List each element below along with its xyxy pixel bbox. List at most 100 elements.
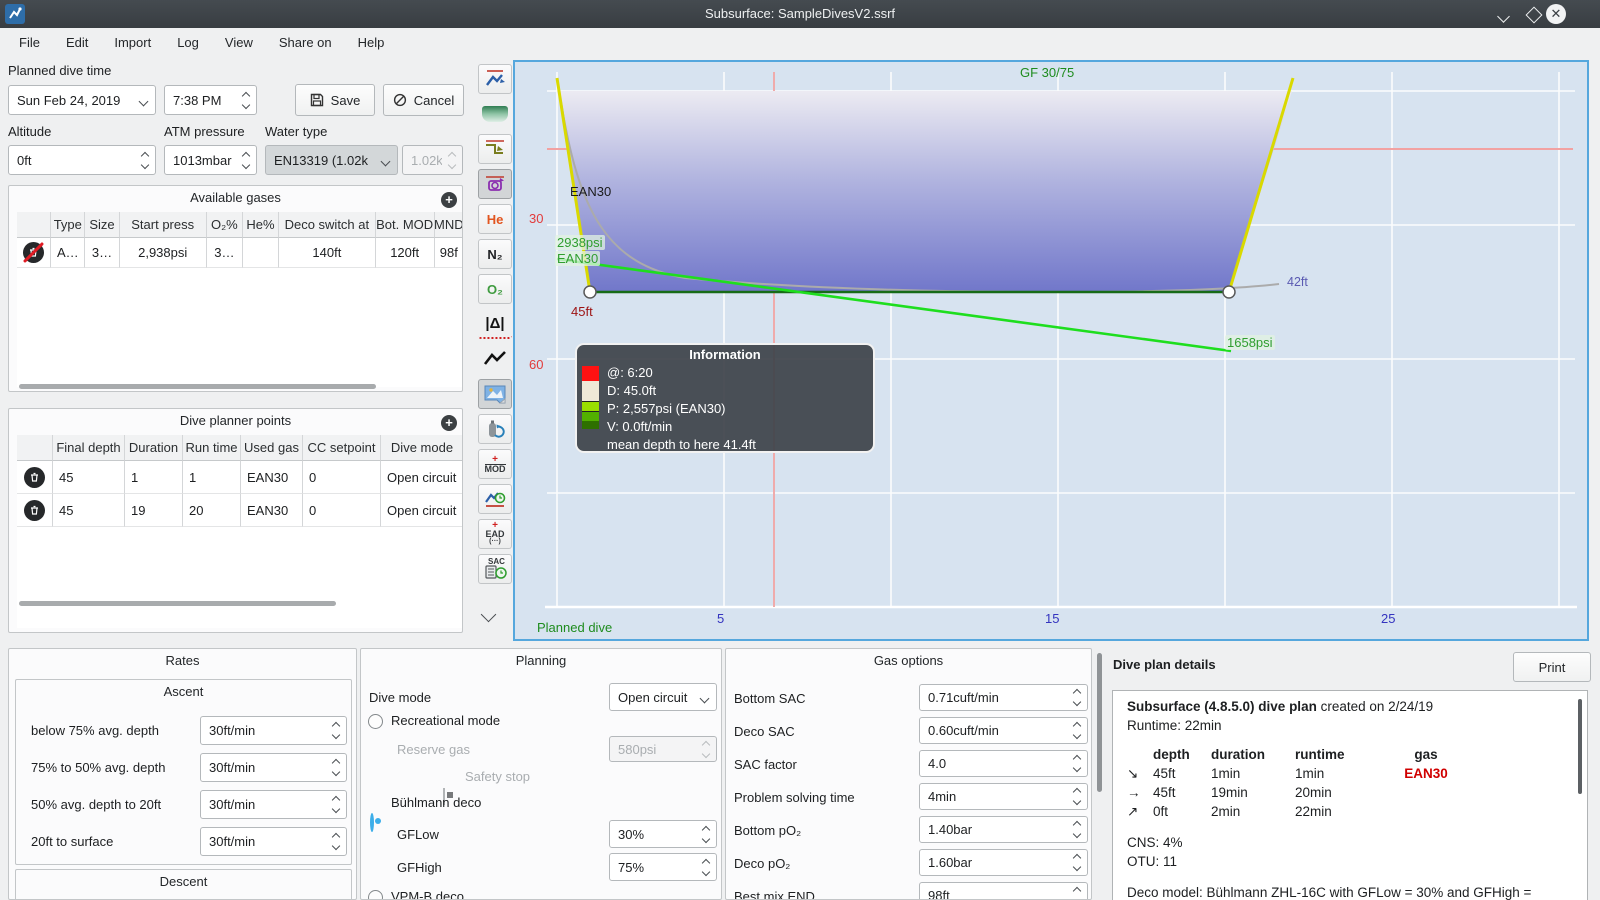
plan-details-text[interactable]: Subsurface (4.8.5.0) dive plan created o…	[1112, 690, 1588, 900]
planner-points-panel: Dive planner points + Final depth Durati…	[8, 408, 463, 633]
toolbar-sac-button[interactable]: SAC	[478, 554, 512, 584]
toolbar-calculated-ceiling-button[interactable]	[478, 134, 512, 164]
point-row[interactable]: 45 1 1 EAN30 0 Open circuit	[17, 461, 462, 494]
toolbar-ndl-button[interactable]	[478, 484, 512, 514]
gfhigh-spinbox[interactable]: 75%	[609, 853, 717, 881]
rate-spinbox[interactable]: 30ft/min	[200, 753, 347, 782]
col-start-press[interactable]: Start press	[119, 212, 207, 238]
toolbar-setpoint-button[interactable]	[478, 169, 512, 199]
delete-point-icon[interactable]	[24, 499, 45, 521]
col-final-depth[interactable]: Final depth	[53, 435, 125, 461]
toolbar-ceiling-gradient-button[interactable]	[478, 99, 512, 129]
toolbar-gaschange-button[interactable]	[478, 414, 512, 444]
menu-log[interactable]: Log	[164, 28, 212, 58]
col-deco-switch[interactable]: Deco switch at	[278, 212, 376, 238]
col-dive-mode[interactable]: Dive mode	[381, 435, 462, 461]
planned-dive-tab[interactable]: Planned dive	[537, 620, 612, 635]
plan-row: ↘ 45ft 1min 1min EAN30	[1127, 766, 1448, 781]
he-icon: He	[486, 211, 504, 227]
information-tooltip: Information @: 6:20 D: 45.0ft P: 2,557ps…	[575, 343, 875, 453]
cancel-button[interactable]: Cancel	[383, 84, 464, 116]
toolbar-tissues-button[interactable]: |Δ|	[478, 309, 512, 339]
add-point-button[interactable]: +	[441, 415, 457, 431]
toolbar-o2-button[interactable]: O₂	[478, 274, 512, 304]
bottom-vscrollbar[interactable]	[1097, 653, 1102, 792]
rate-spinbox[interactable]: 30ft/min	[200, 716, 347, 745]
menu-edit[interactable]: Edit	[53, 28, 101, 58]
menu-view[interactable]: View	[212, 28, 266, 58]
gflow-label: GFLow	[397, 827, 439, 842]
col-bot-mod[interactable]: Bot. MOD	[375, 212, 435, 238]
toolbar-heartrate-button[interactable]	[478, 344, 512, 374]
toolbar-scroll-down[interactable]	[480, 606, 497, 623]
rate-spinbox[interactable]: 30ft/min	[200, 827, 347, 856]
gas-label: EAN30	[570, 184, 612, 199]
gases-hscrollbar[interactable]	[19, 384, 376, 389]
toolbar-dive-events-button[interactable]	[478, 64, 512, 94]
gflow-spinbox[interactable]: 30%	[609, 820, 717, 848]
delete-gas-icon[interactable]	[22, 241, 45, 264]
spin-up-icon[interactable]	[241, 91, 251, 100]
points-hscrollbar[interactable]	[19, 601, 336, 606]
time-spinbox[interactable]: 7:38 PM	[164, 85, 257, 115]
delete-point-icon[interactable]	[24, 466, 45, 488]
menu-help[interactable]: Help	[345, 28, 398, 58]
problem-solving-spinbox[interactable]: 4min	[919, 783, 1088, 810]
deco-sac-label: Deco SAC	[734, 724, 795, 739]
close-icon[interactable]: ✕	[1546, 4, 1566, 24]
col-size[interactable]: Size	[85, 212, 120, 238]
point-row[interactable]: 45 19 20 EAN30 0 Open circuit	[17, 494, 462, 527]
recreational-radio[interactable]	[368, 714, 383, 729]
col-duration[interactable]: Duration	[125, 435, 183, 461]
gas-row[interactable]: A… 3… 2,938psi 3… 140ft 120ft 98f	[17, 238, 462, 268]
sac-factor-spinbox[interactable]: 4.0	[919, 750, 1088, 777]
descend-arrow-icon: ↘	[1127, 766, 1139, 781]
rates-title: Rates	[165, 653, 200, 668]
col-run-time[interactable]: Run time	[183, 435, 241, 461]
date-select[interactable]: Sun Feb 24, 2019	[8, 85, 156, 115]
points-header-row: Final depth Duration Run time Used gas C…	[17, 435, 462, 461]
bottom-sac-label: Bottom SAC	[734, 691, 806, 706]
tooltip-depth: D: 45.0ft	[607, 383, 657, 398]
vpmb-radio[interactable]	[368, 890, 383, 899]
rate-spinbox[interactable]: 30ft/min	[200, 790, 347, 819]
plan-vscrollbar[interactable]	[1578, 699, 1582, 794]
minimize-icon[interactable]	[1497, 10, 1510, 23]
toolbar-photos-button[interactable]	[478, 379, 512, 409]
calc-ceiling-icon	[486, 140, 504, 154]
plan-deco-model: Deco model: Bühlmann ZHL-16C with GFLow …	[1127, 885, 1532, 900]
deco-po2-spinbox[interactable]: 1.60bar	[919, 849, 1088, 876]
spin-down-icon[interactable]	[241, 100, 251, 109]
best-mix-end-label: Best mix END	[734, 889, 815, 900]
col-type[interactable]: Type	[51, 212, 86, 238]
chevron-down-icon	[138, 96, 149, 106]
water-type-select[interactable]: EN13319 (1.02k	[265, 145, 398, 175]
col-mnd[interactable]: MND	[434, 212, 462, 238]
toolbar-n2-button[interactable]: N₂	[478, 239, 512, 269]
best-mix-end-spinbox[interactable]: 98ft	[919, 882, 1088, 899]
toolbar-mod-button[interactable]: + MOD	[478, 449, 512, 479]
col-used-gas[interactable]: Used gas	[241, 435, 303, 461]
col-he[interactable]: He%	[242, 212, 279, 238]
buhlmann-radio[interactable]	[370, 813, 374, 832]
dive-profile-chart[interactable]: GF 30/75 EAN30 2938psi EAN30 45ft 42ft 1…	[513, 60, 1589, 641]
col-o2[interactable]: O₂%	[206, 212, 243, 238]
plan-otu: OTU: 11	[1127, 854, 1178, 869]
menu-import[interactable]: Import	[101, 28, 164, 58]
add-gas-button[interactable]: +	[441, 192, 457, 208]
toolbar-he-button[interactable]: He	[478, 204, 512, 234]
bottom-po2-spinbox[interactable]: 1.40bar	[919, 816, 1088, 843]
print-button[interactable]: Print	[1513, 652, 1591, 682]
menu-share-on[interactable]: Share on	[266, 28, 345, 58]
chevron-down-icon	[380, 156, 391, 166]
deco-sac-spinbox[interactable]: 0.60cuft/min	[919, 717, 1088, 744]
menu-file[interactable]: File	[6, 28, 53, 58]
toolbar-ead-button[interactable]: + EAD (···)	[478, 519, 512, 549]
gf-label: GF 30/75	[1020, 65, 1075, 80]
altitude-spinbox[interactable]: 0ft	[8, 145, 156, 175]
atm-pressure-spinbox[interactable]: 1013mbar	[164, 145, 257, 175]
col-cc-setpoint[interactable]: CC setpoint	[303, 435, 381, 461]
bottom-sac-spinbox[interactable]: 0.71cuft/min	[919, 684, 1088, 711]
dive-mode-select[interactable]: Open circuit	[609, 683, 717, 711]
save-button[interactable]: Save	[295, 84, 375, 116]
